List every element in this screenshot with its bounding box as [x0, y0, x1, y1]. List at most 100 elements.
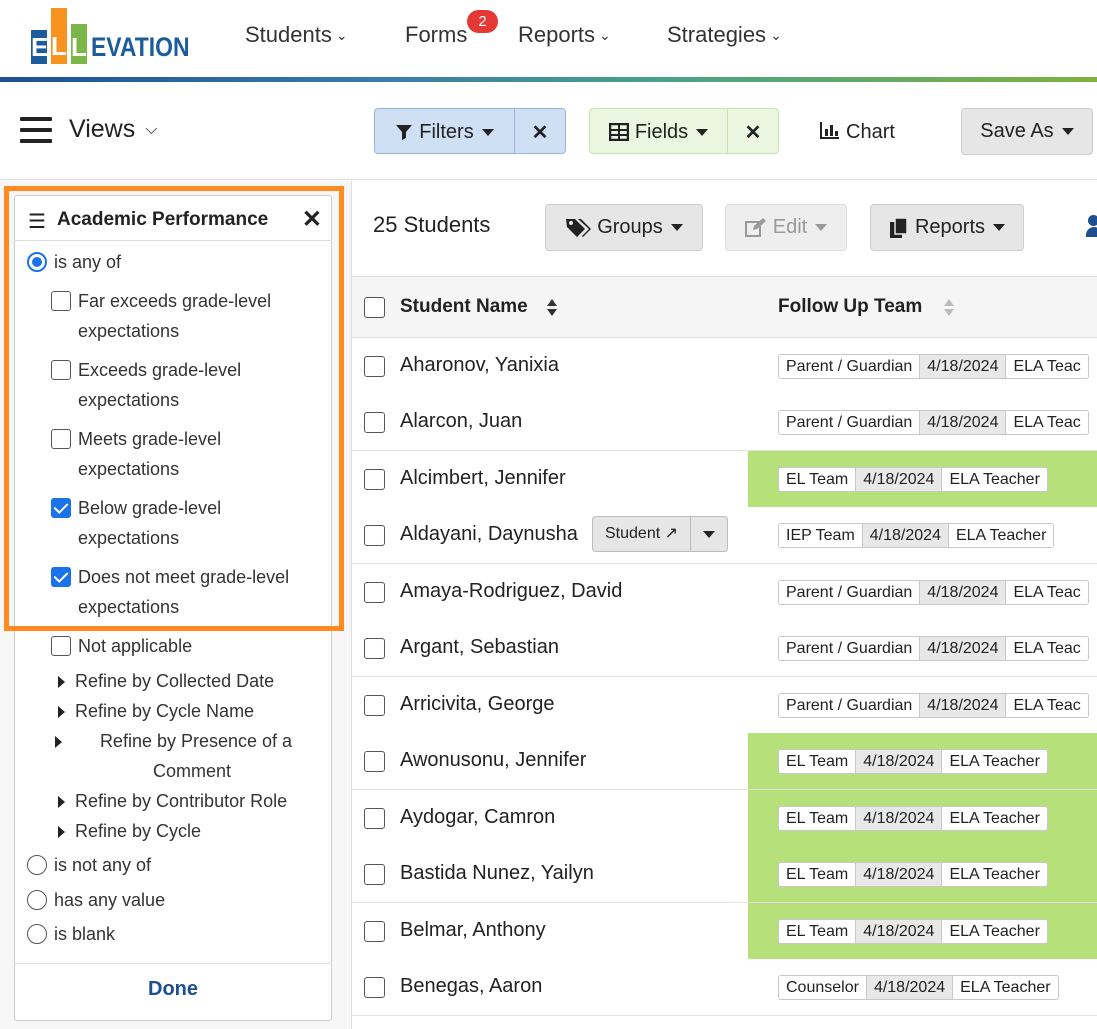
row-checkbox[interactable] [364, 864, 385, 885]
caret-right-icon[interactable] [58, 796, 65, 808]
tag-date: 4/18/2024 [861, 524, 949, 547]
table-row[interactable]: Alcimbert, Jennifer EL Team 4/18/2024 ELA T… [352, 451, 1097, 508]
views-dropdown[interactable]: Views ⌵ [69, 115, 157, 144]
fields-button[interactable]: Fields [590, 109, 728, 153]
views-label: Views [69, 115, 136, 143]
row-checkbox[interactable] [364, 977, 385, 998]
checkbox-does-not-meet[interactable] [51, 567, 71, 587]
caret-down-icon [670, 224, 683, 231]
student-name[interactable]: Alarcon, Juan [400, 410, 522, 433]
views-toolbar: Views ⌵ Filters ✕ Fields ✕ Chart Save As [0, 82, 1097, 180]
caret-right-icon[interactable] [55, 736, 62, 748]
nav-strategies[interactable]: Strategies ⌄ [667, 20, 782, 50]
follow-up-tags: EL Team 4/18/2024 ELA Teacher [778, 919, 1048, 944]
checkbox-not-applicable[interactable] [51, 636, 71, 656]
caret-down-icon[interactable] [691, 517, 727, 551]
option-line: expectations [78, 528, 180, 548]
table-row[interactable]: Awonusonu, Jennifer EL Team 4/18/2024 ELA T… [352, 733, 1097, 790]
checkbox-meets[interactable] [51, 429, 71, 449]
row-checkbox[interactable] [364, 638, 385, 659]
row-checkbox[interactable] [364, 356, 385, 377]
column-follow-up-team[interactable]: Follow Up Team [778, 296, 922, 318]
student-name[interactable]: Belmar, Anthony [400, 919, 546, 942]
row-checkbox[interactable] [364, 808, 385, 829]
select-all-checkbox[interactable] [364, 297, 385, 318]
row-checkbox[interactable] [364, 412, 385, 433]
radio-has-any-value[interactable] [27, 890, 47, 910]
tag-team: EL Team [786, 471, 849, 488]
clear-filters-button[interactable]: ✕ [515, 109, 565, 153]
row-checkbox[interactable] [364, 469, 385, 490]
tag-role: ELA Teacher [955, 527, 1047, 544]
tag-role: ELA Teac [1013, 584, 1081, 601]
close-filter-button[interactable]: ✕ [302, 205, 322, 234]
student-profile-button[interactable]: Student ↗ [592, 516, 729, 552]
reports-button[interactable]: Reports [870, 204, 1024, 251]
row-checkbox[interactable] [364, 525, 385, 546]
tag-date: 4/18/2024 [855, 468, 943, 491]
nav-students[interactable]: Students ⌄ [245, 20, 348, 50]
clear-fields-button[interactable]: ✕ [728, 109, 778, 153]
chart-button[interactable]: Chart [820, 121, 895, 144]
nav-reports[interactable]: Reports ⌄ [518, 20, 611, 50]
option-label-does-not-meet: Does not meet grade-level expectations [78, 562, 289, 622]
row-checkbox[interactable] [364, 921, 385, 942]
nav-forms[interactable]: Forms [405, 20, 467, 50]
caret-right-icon[interactable] [58, 826, 65, 838]
student-name[interactable]: Alcimbert, Jennifer [400, 467, 566, 490]
nav-forms-label: Forms [405, 22, 468, 47]
tag-role: ELA Teacher [949, 471, 1040, 488]
ellevation-logo[interactable]: E L L EVATION [31, 8, 199, 64]
student-name[interactable]: Awonusonu, Jennifer [400, 749, 586, 772]
table-row[interactable]: Bastida Nunez, Yailyn EL Team 4/18/2024 ELA… [352, 846, 1097, 903]
row-checkbox[interactable] [364, 751, 385, 772]
radio-is-any-of[interactable] [27, 252, 47, 272]
save-as-button[interactable]: Save As [961, 108, 1093, 155]
student-name[interactable]: Aldayani, Daynusha [400, 523, 578, 546]
table-row[interactable]: Aldayani, Daynusha Student ↗ IEP Team 4/18/… [352, 507, 1097, 564]
radio-is-not-any-of[interactable] [27, 855, 47, 875]
refine-presence-comment[interactable]: Refine by Presence of a Comment [94, 726, 298, 786]
tag-role: ELA Teac [1013, 697, 1081, 714]
checkbox-below[interactable] [51, 498, 71, 518]
student-name[interactable]: Bastida Nunez, Yailyn [400, 862, 594, 885]
refine-contributor-role[interactable]: Refine by Contributor Role [75, 786, 287, 816]
caret-right-icon[interactable] [58, 676, 65, 688]
student-name[interactable]: Aydogar, Camron [400, 806, 555, 829]
student-name[interactable]: Aharonov, Yanixia [400, 354, 559, 377]
checkbox-exceeds[interactable] [51, 360, 71, 380]
radio-is-blank[interactable] [27, 924, 47, 944]
table-row[interactable]: Arricivita, George Parent / Guardian 4/18/… [352, 677, 1097, 734]
checkbox-far-exceeds[interactable] [51, 291, 71, 311]
refine-cycle[interactable]: Refine by Cycle [75, 816, 201, 846]
table-row[interactable]: Aydogar, Camron EL Team 4/18/2024 ELA Teach… [352, 790, 1097, 847]
edit-button[interactable]: Edit [725, 204, 847, 251]
column-student-name[interactable]: Student Name [400, 296, 528, 318]
sort-icon[interactable] [547, 299, 557, 317]
groups-button[interactable]: Groups [545, 204, 703, 251]
sort-icon[interactable] [944, 299, 954, 317]
tag-date: 4/18/2024 [919, 694, 1007, 717]
hamburger-menu-icon[interactable] [20, 117, 52, 145]
student-name[interactable]: Argant, Sebastian [400, 636, 559, 659]
student-name[interactable]: Arricivita, George [400, 693, 555, 716]
student-button-label[interactable]: Student ↗ [593, 517, 692, 551]
tag-role: ELA Teac [1013, 358, 1081, 375]
row-checkbox[interactable] [364, 582, 385, 603]
filters-button[interactable]: Filters [375, 109, 515, 153]
done-button[interactable]: Done [14, 978, 332, 1001]
table-row[interactable]: Amaya-Rodriguez, David Parent / Guardian 4… [352, 564, 1097, 621]
refine-collected-date[interactable]: Refine by Collected Date [75, 666, 274, 696]
table-row[interactable]: Aharonov, Yanixia Parent / Guardian 4/18/2… [352, 338, 1097, 395]
table-row[interactable]: Belmar, Anthony EL Team 4/18/2024 ELA Teach… [352, 903, 1097, 960]
table-row[interactable]: Argant, Sebastian Parent / Guardian 4/18/2… [352, 620, 1097, 677]
caret-right-icon[interactable] [58, 706, 65, 718]
row-checkbox[interactable] [364, 695, 385, 716]
user-icon[interactable] [1086, 215, 1097, 239]
refine-cycle-name[interactable]: Refine by Cycle Name [75, 696, 254, 726]
student-name[interactable]: Amaya-Rodriguez, David [400, 580, 622, 603]
table-row[interactable]: Benegas, Aaron Counselor 4/18/2024 ELA Teac… [352, 959, 1097, 1016]
option-label-meets: Meets grade-level expectations [78, 424, 221, 484]
student-name[interactable]: Benegas, Aaron [400, 975, 542, 998]
table-row[interactable]: Alarcon, Juan Parent / Guardian 4/18/2024 E… [352, 394, 1097, 451]
